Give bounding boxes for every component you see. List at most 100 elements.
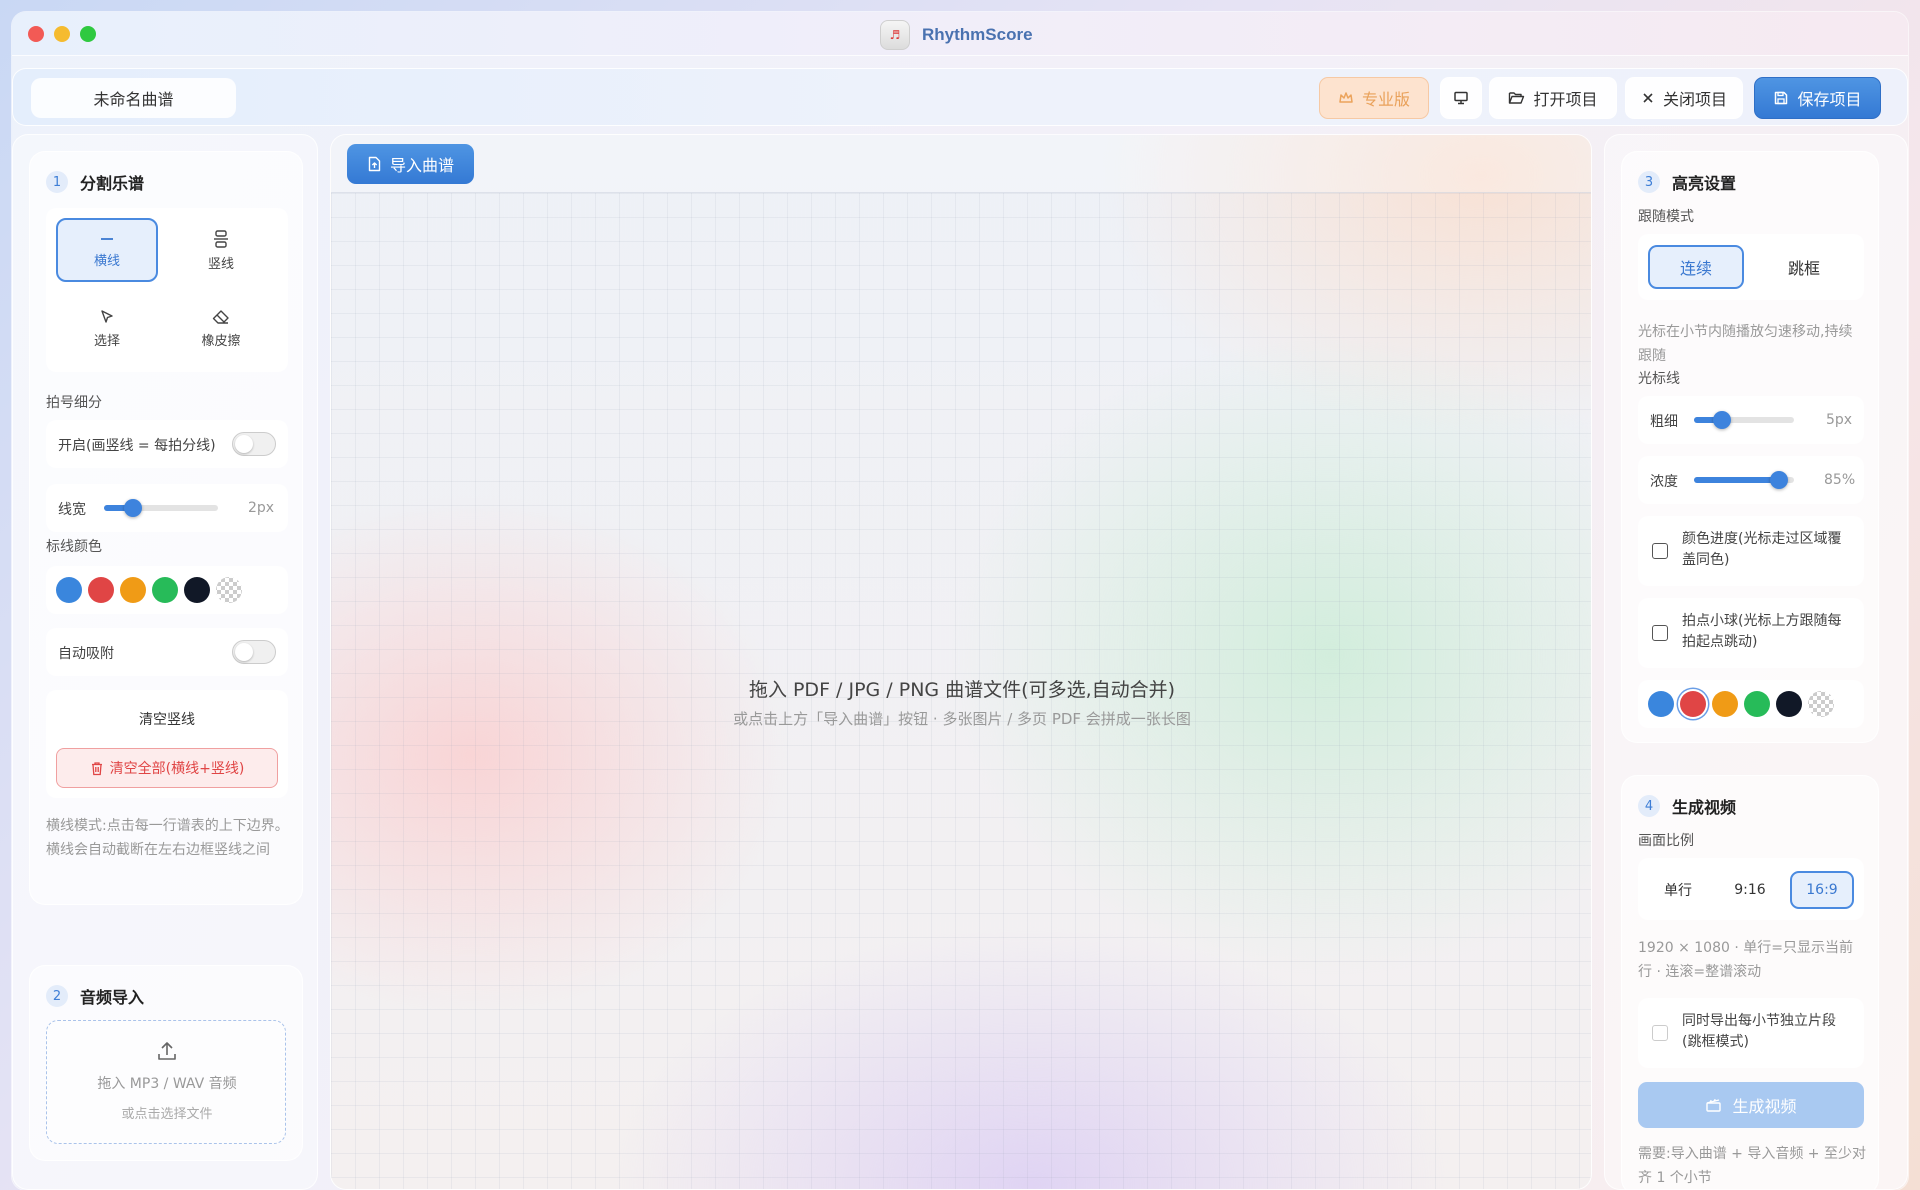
crown-icon bbox=[1339, 92, 1353, 103]
app-window: ♬ RhythmScore 未命名曲谱 专业版 打开项目 关闭项目 保存项目 1… bbox=[12, 12, 1908, 1190]
slider-thumb[interactable] bbox=[1770, 471, 1788, 489]
line-color-row bbox=[46, 566, 288, 614]
tool-label: 竖线 bbox=[207, 256, 234, 272]
clear-vertical-button[interactable]: 清空竖线 bbox=[56, 700, 278, 738]
open-project-button[interactable]: 打开项目 bbox=[1489, 77, 1617, 119]
close-project-label: 关闭项目 bbox=[1662, 90, 1727, 109]
slider-thumb[interactable] bbox=[123, 499, 142, 517]
audio-drop-zone[interactable]: 拖入 MP3 / WAV 音频 或点击选择文件 bbox=[46, 1020, 286, 1144]
slider-fill bbox=[1694, 477, 1779, 483]
tool-label: 选择 bbox=[93, 333, 120, 349]
ratio-label: 16:9 bbox=[1806, 882, 1838, 898]
step-number: 3 bbox=[1638, 171, 1660, 193]
app-name: RhythmScore bbox=[922, 25, 1033, 44]
project-name-field[interactable]: 未命名曲谱 bbox=[31, 78, 236, 118]
file-import-icon bbox=[368, 156, 381, 172]
vertical-split-icon bbox=[214, 229, 228, 248]
highlight-card-title: 3 高亮设置 bbox=[1638, 170, 1736, 194]
tool-label: 横线 bbox=[93, 253, 120, 269]
color-progress-label: 颜色进度(光标走过区域覆盖同色) bbox=[1682, 531, 1842, 568]
thickness-row: 粗细 5px bbox=[1638, 396, 1864, 444]
color-swatch-orange[interactable] bbox=[1712, 691, 1738, 717]
opacity-slider[interactable] bbox=[1694, 471, 1794, 489]
tool-vertical-line[interactable]: 竖线 bbox=[170, 218, 272, 282]
color-swatch-black[interactable] bbox=[184, 577, 210, 603]
color-swatch-red[interactable] bbox=[1680, 691, 1706, 717]
line-width-slider[interactable] bbox=[104, 499, 218, 517]
color-swatch-blue[interactable] bbox=[1648, 691, 1674, 717]
close-project-button[interactable]: 关闭项目 bbox=[1625, 77, 1743, 119]
clear-vertical-label: 清空竖线 bbox=[139, 712, 195, 728]
clear-all-label: 清空全部(横线+竖线) bbox=[109, 761, 245, 777]
save-project-button[interactable]: 保存项目 bbox=[1754, 77, 1881, 119]
ratio-16-9-button[interactable]: 16:9 bbox=[1790, 871, 1854, 909]
generate-video-button[interactable]: 生成视频 bbox=[1638, 1082, 1864, 1128]
segment-card-title: 1 分割乐谱 bbox=[46, 170, 144, 194]
presentation-button[interactable] bbox=[1440, 77, 1482, 119]
color-swatch-green[interactable] bbox=[152, 577, 178, 603]
thickness-slider[interactable] bbox=[1694, 411, 1794, 429]
audio-card-title: 2 音频导入 bbox=[46, 984, 144, 1008]
color-swatch-orange[interactable] bbox=[120, 577, 146, 603]
tool-horizontal-line[interactable]: 横线 bbox=[56, 218, 158, 282]
line-width-row: 线宽 2px bbox=[46, 484, 288, 532]
mode-jump-button[interactable]: 跳框 bbox=[1756, 245, 1852, 289]
mode-continuous-button[interactable]: 连续 bbox=[1648, 245, 1744, 289]
cursor-icon bbox=[101, 309, 113, 323]
follow-mode-label: 跟随模式 bbox=[1638, 209, 1694, 225]
tool-select[interactable]: 选择 bbox=[56, 296, 158, 360]
folder-open-icon bbox=[1509, 92, 1525, 104]
ratio-single-line-button[interactable]: 单行 bbox=[1646, 871, 1710, 909]
color-swatch-transparent[interactable] bbox=[216, 577, 242, 603]
close-icon bbox=[1643, 93, 1653, 103]
ratio-9-16-button[interactable]: 9:16 bbox=[1718, 871, 1782, 909]
color-swatch-transparent[interactable] bbox=[1808, 691, 1834, 717]
export-segments-checkbox[interactable] bbox=[1652, 1025, 1668, 1041]
beat-ball-checkbox[interactable] bbox=[1652, 625, 1668, 641]
opacity-row: 浓度 85% bbox=[1638, 456, 1864, 504]
clapperboard-icon bbox=[1706, 1098, 1722, 1112]
ratio-label: 单行 bbox=[1664, 883, 1692, 899]
slider-thumb[interactable] bbox=[1713, 411, 1731, 429]
tool-label: 橡皮擦 bbox=[201, 333, 241, 349]
beat-subdivision-toggle[interactable] bbox=[232, 432, 276, 456]
audio-drop-sub: 或点击选择文件 bbox=[121, 1107, 213, 1122]
step-number: 2 bbox=[46, 985, 68, 1007]
generate-video-card: 4 生成视频 画面比例 单行 9:16 16:9 1920 × 1080 · 单… bbox=[1621, 775, 1879, 1190]
export-segments-row: 同时导出每小节独立片段(跳框模式) bbox=[1638, 998, 1864, 1068]
left-sidebar: 1 分割乐谱 横线 竖线 选择 橡皮擦 拍号细分 开启(画竖线 = 每拍分线) … bbox=[12, 134, 318, 1190]
score-canvas[interactable]: 导入曲谱 拖入 PDF / JPG / PNG 曲谱文件(可多选,自动合并) 或… bbox=[330, 134, 1592, 1190]
auto-snap-toggle[interactable] bbox=[232, 640, 276, 664]
beat-ball-label: 拍点小球(光标上方跟随每拍起点跳动) bbox=[1682, 613, 1842, 650]
tool-eraser[interactable]: 橡皮擦 bbox=[170, 296, 272, 360]
opacity-value: 85% bbox=[1824, 472, 1856, 488]
video-title-text: 生成视频 bbox=[1672, 798, 1737, 817]
color-swatch-red[interactable] bbox=[88, 577, 114, 603]
horizontal-line-icon bbox=[101, 237, 113, 240]
pro-version-label: 专业版 bbox=[1361, 90, 1410, 109]
close-window-button[interactable] bbox=[28, 26, 44, 42]
minimize-window-button[interactable] bbox=[54, 26, 70, 42]
line-width-value: 2px bbox=[248, 500, 275, 516]
highlight-settings-card: 3 高亮设置 跟随模式 连续 跳框 光标在小节内随播放匀速移动,持续跟随 光标线… bbox=[1621, 151, 1879, 743]
color-swatch-green[interactable] bbox=[1744, 691, 1770, 717]
beat-subdivision-row: 开启(画竖线 = 每拍分线) bbox=[46, 420, 288, 468]
color-swatch-blue[interactable] bbox=[56, 577, 82, 603]
canvas-toolbar: 导入曲谱 bbox=[331, 135, 1591, 193]
color-swatch-black[interactable] bbox=[1776, 691, 1802, 717]
line-color-label: 标线颜色 bbox=[46, 539, 102, 555]
maximize-window-button[interactable] bbox=[80, 26, 96, 42]
step-number: 1 bbox=[46, 171, 68, 193]
monitor-icon bbox=[1454, 91, 1468, 105]
clear-all-button[interactable]: 清空全部(横线+竖线) bbox=[56, 748, 278, 788]
import-score-button[interactable]: 导入曲谱 bbox=[347, 144, 474, 184]
beat-toggle-label: 开启(画竖线 = 每拍分线) bbox=[58, 438, 216, 454]
color-progress-row: 颜色进度(光标走过区域覆盖同色) bbox=[1638, 516, 1864, 586]
aspect-ratio-segment: 单行 9:16 16:9 bbox=[1638, 858, 1864, 920]
step-number: 4 bbox=[1638, 795, 1660, 817]
pro-version-button[interactable]: 专业版 bbox=[1319, 77, 1429, 119]
color-progress-checkbox[interactable] bbox=[1652, 543, 1668, 559]
save-project-label: 保存项目 bbox=[1797, 90, 1862, 109]
auto-snap-label: 自动吸附 bbox=[58, 646, 114, 662]
open-project-label: 打开项目 bbox=[1533, 90, 1598, 109]
